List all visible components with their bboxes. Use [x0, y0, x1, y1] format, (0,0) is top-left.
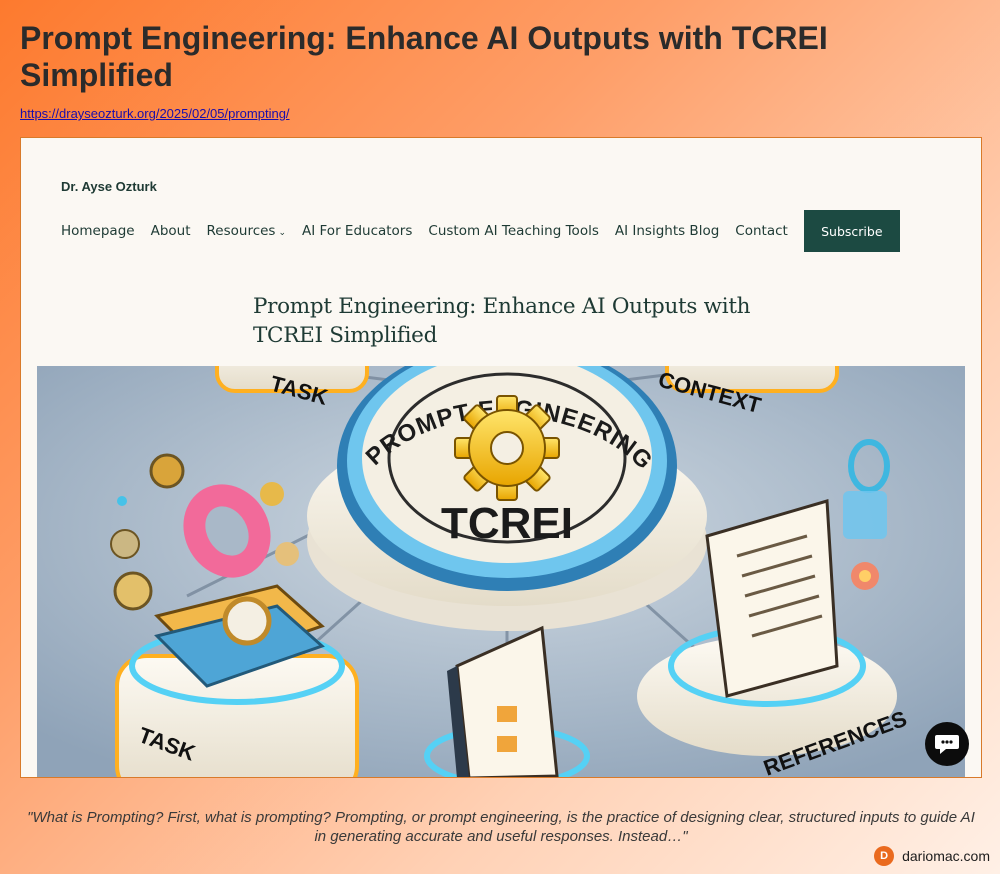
nav-resources[interactable]: Resources ⌄	[207, 223, 287, 239]
nav-contact[interactable]: Contact	[735, 223, 788, 239]
chevron-down-icon: ⌄	[278, 228, 287, 238]
gear-icon	[454, 395, 560, 501]
brand-footer: D dariomac.com	[874, 846, 990, 866]
nav-custom-ai-teaching-tools[interactable]: Custom AI Teaching Tools	[428, 223, 598, 239]
nav-about[interactable]: About	[151, 223, 191, 239]
article-excerpt: "What is Prompting? First, what is promp…	[27, 809, 975, 845]
source-url-link[interactable]: https://drayseozturk.org/2025/02/05/prom…	[20, 106, 290, 121]
nav-resources-label: Resources	[206, 223, 276, 239]
nav-ai-for-educators[interactable]: AI For Educators	[302, 223, 412, 239]
webpage-preview: Dr. Ayse Ozturk Homepage About Resources…	[20, 137, 982, 778]
site-name[interactable]: Dr. Ayse Ozturk	[61, 179, 157, 194]
brand-name: dariomac.com	[902, 848, 990, 864]
article-title: Prompt Engineering: Enhance AI Outputs w…	[253, 294, 751, 348]
nav-homepage[interactable]: Homepage	[61, 223, 135, 239]
chat-bubble-icon	[935, 735, 959, 754]
center-tcrei-text: TCREI	[441, 499, 573, 548]
brand-logo: D	[874, 846, 895, 866]
page-title: Prompt Engineering: Enhance AI Outputs w…	[20, 20, 828, 93]
nav-ai-insights-blog[interactable]: AI Insights Blog	[615, 223, 719, 239]
hero-image: TASK CONTEXT PROMPT ENGINEERING	[37, 366, 965, 777]
subscribe-button[interactable]: Subscribe	[803, 210, 900, 252]
main-nav: Homepage About Resources ⌄ AI For Educato…	[61, 210, 900, 252]
chat-button[interactable]	[925, 722, 969, 766]
central-platform: PROMPT ENGINEERING	[307, 366, 707, 631]
